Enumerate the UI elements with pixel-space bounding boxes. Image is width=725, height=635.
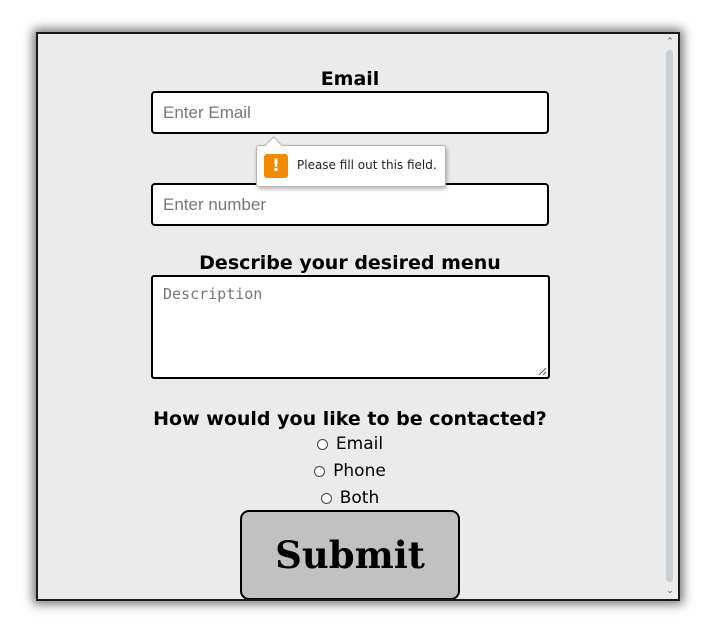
contact-option-both[interactable]: Both	[38, 488, 662, 512]
validation-tooltip: ! Please fill out this field.	[256, 136, 446, 187]
description-textarea[interactable]	[151, 275, 550, 379]
tooltip-arrow	[264, 136, 283, 155]
tooltip-message: Please fill out this field.	[297, 158, 437, 172]
radio-email[interactable]	[316, 438, 328, 450]
submit-button[interactable]: Submit	[240, 510, 460, 599]
scroll-up-arrow-icon[interactable]: ⌃	[662, 36, 678, 48]
radio-phone[interactable]	[314, 465, 326, 477]
radio-both[interactable]	[320, 492, 332, 504]
email-label: Email	[320, 68, 380, 90]
radio-label-phone: Phone	[333, 461, 386, 481]
warning-icon: !	[264, 154, 288, 178]
browser-viewport: Email ! Please fill out this field. Desc…	[36, 32, 680, 601]
scroll-down-arrow-icon[interactable]: ⌄	[662, 585, 678, 597]
scrollbar[interactable]: ⌃ ⌄	[662, 34, 678, 599]
scroll-thumb[interactable]	[666, 50, 673, 582]
email-input[interactable]	[151, 91, 549, 134]
contact-option-email[interactable]: Email	[38, 434, 662, 458]
radio-label-both: Both	[339, 488, 380, 508]
phone-input[interactable]	[151, 183, 549, 226]
contact-question: How would you like to be contacted?	[153, 408, 547, 430]
radio-label-email: Email	[335, 434, 384, 454]
contact-option-phone[interactable]: Phone	[38, 461, 662, 485]
description-label: Describe your desired menu	[199, 252, 501, 274]
